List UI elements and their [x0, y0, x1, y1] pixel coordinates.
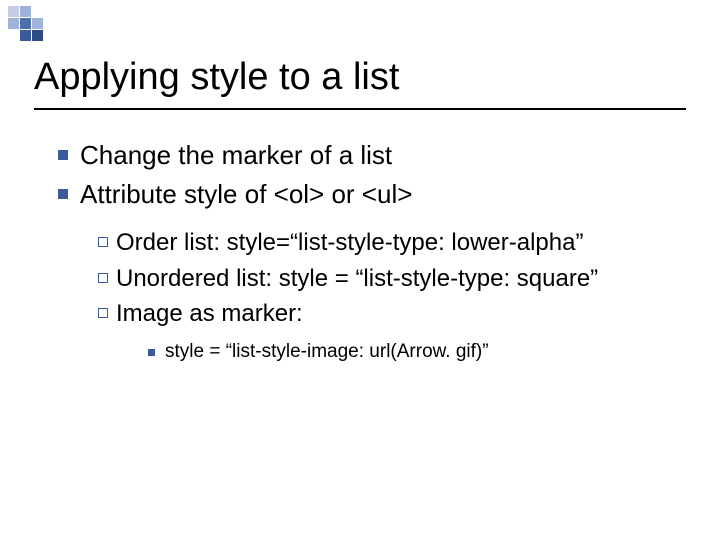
bullet-level3: style = “list-style-image: url(Arrow. gi…	[148, 339, 678, 366]
bullet-text: Attribute style of <ol> or <ul>	[80, 177, 412, 212]
bullet-level1: Change the marker of a list	[58, 138, 678, 173]
bullet-level2: Unordered list: style = “list-style-type…	[98, 262, 678, 296]
bullet-text: Order list: style=“list-style-type: lowe…	[116, 226, 583, 260]
sub-sub-bullets: style = “list-style-image: url(Arrow. gi…	[148, 339, 678, 366]
square-filled-icon	[58, 150, 68, 160]
square-small-icon	[148, 349, 155, 356]
bullet-level1: Attribute style of <ol> or <ul>	[58, 177, 678, 212]
slide-title: Applying style to a list	[34, 56, 399, 99]
bullet-level2: Image as marker:	[98, 297, 678, 331]
bullet-text: Change the marker of a list	[80, 138, 392, 173]
square-outline-icon	[98, 237, 108, 247]
bullet-text: Unordered list: style = “list-style-type…	[116, 262, 598, 296]
sub-bullets: Order list: style=“list-style-type: lowe…	[98, 226, 678, 365]
bullet-text: Image as marker:	[116, 297, 303, 331]
bullet-level2: Order list: style=“list-style-type: lowe…	[98, 226, 678, 260]
square-outline-icon	[98, 308, 108, 318]
square-outline-icon	[98, 273, 108, 283]
slide-body: Change the marker of a list Attribute st…	[58, 138, 678, 366]
square-filled-icon	[58, 189, 68, 199]
corner-decoration	[8, 6, 67, 41]
title-underline	[34, 108, 686, 110]
bullet-text: style = “list-style-image: url(Arrow. gi…	[165, 339, 489, 366]
